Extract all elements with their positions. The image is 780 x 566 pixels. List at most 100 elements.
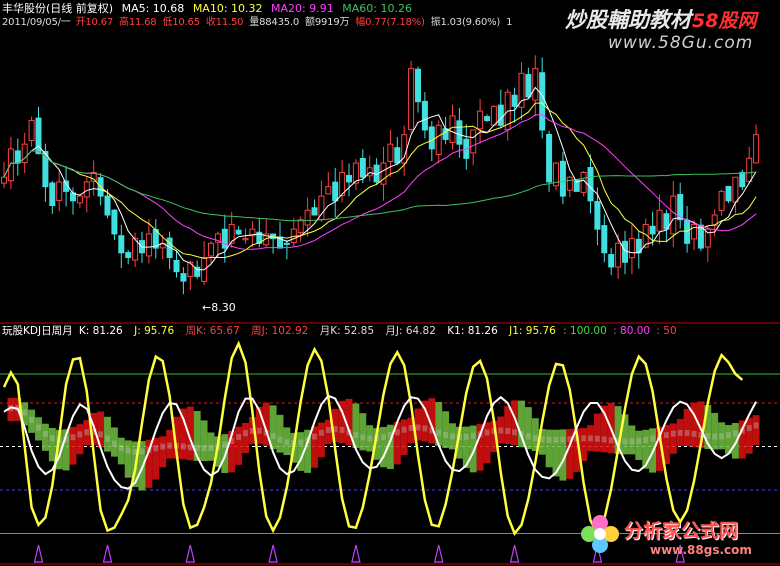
- band-white-bar: [422, 425, 428, 432]
- band-red-bar: [317, 422, 325, 458]
- candle-up: [490, 105, 497, 126]
- band-green-bar: [359, 413, 367, 451]
- candle-down: [546, 133, 553, 183]
- kdj-j: J: 95.76: [134, 325, 175, 337]
- candle-down: [428, 126, 435, 150]
- candle-up: [449, 115, 456, 144]
- band-white-bar: [726, 432, 731, 439]
- candle-up: [387, 143, 394, 162]
- band-white-bar: [498, 427, 504, 434]
- candle-down: [283, 242, 290, 245]
- band-green-bar: [635, 430, 643, 461]
- quote-low: 低10.65: [162, 17, 200, 28]
- candle-down: [601, 225, 608, 254]
- band-green-bar: [48, 428, 56, 462]
- band-white-bar: [84, 429, 90, 436]
- quote-amplitude: 振1.03(9.60%): [430, 17, 501, 28]
- band-white-bar: [629, 438, 635, 445]
- quote-open: 开10.67: [75, 17, 114, 28]
- band-white-bar: [746, 424, 752, 431]
- candle-down: [104, 195, 111, 216]
- candle-down: [539, 72, 546, 131]
- band-red-bar: [400, 419, 408, 455]
- band-white-bar: [532, 435, 538, 442]
- watermark-top-cn: 炒股輔助教材: [565, 8, 691, 32]
- ma20-label: MA20: 9.91: [271, 2, 334, 15]
- band-green-bar: [711, 412, 719, 450]
- band-green-bar: [124, 440, 132, 478]
- candle-down: [725, 185, 732, 202]
- band-red-bar: [745, 417, 753, 454]
- quote-close: 收11.50: [205, 17, 244, 28]
- quote-header: 2011/09/05/一 开10.67 高11.68 低10.65 收11.50…: [2, 16, 517, 29]
- candle-down: [456, 120, 463, 145]
- quote-amount: 额9919万: [305, 17, 350, 28]
- band-white-bar: [70, 434, 76, 441]
- candle-up: [566, 176, 573, 191]
- band-white-bar: [643, 437, 649, 444]
- band-white-bar: [691, 430, 697, 437]
- band-white-bar: [670, 430, 676, 437]
- band-white-bar: [394, 429, 400, 436]
- ma60-label: MA60: 10.26: [342, 2, 412, 15]
- band-white-bar: [588, 435, 593, 442]
- candle-up: [435, 124, 442, 155]
- kdj-k1: K1: 81.26: [447, 325, 498, 337]
- candle-down: [421, 100, 428, 131]
- quote-high: 高11.68: [119, 17, 157, 28]
- band-white-bar: [105, 435, 110, 442]
- candle-up: [628, 238, 635, 259]
- buy-triangle-marker: [509, 544, 520, 563]
- candle-up: [56, 181, 63, 202]
- band-white-bar: [367, 435, 373, 442]
- band-white-bar: [608, 437, 614, 444]
- candle-up: [7, 148, 14, 182]
- band-green-bar: [200, 420, 208, 462]
- buy-triangle-marker: [185, 544, 196, 563]
- kdj-ref-100: : 100.00: [563, 325, 607, 337]
- band-white-bar: [512, 429, 518, 436]
- candle-down: [118, 235, 125, 254]
- band-white-bar: [153, 445, 159, 452]
- band-green-bar: [41, 423, 49, 451]
- band-green-bar: [193, 410, 201, 461]
- quote-tail: 1: [506, 17, 513, 28]
- band-white-bar: [208, 444, 214, 451]
- band-white-bar: [339, 427, 345, 434]
- band-green-bar: [545, 429, 553, 468]
- band-red-bar: [159, 436, 167, 468]
- band-white-bar: [436, 429, 442, 436]
- band-white-bar: [167, 442, 173, 449]
- kdj-ref-80: : 80.00: [613, 325, 651, 337]
- watermark-top-brand: 58股网: [692, 10, 757, 32]
- band-white-bar: [325, 427, 331, 434]
- band-white-bar: [160, 443, 166, 450]
- candle-up: [297, 219, 304, 233]
- band-red-bar: [235, 426, 243, 465]
- band-white-bar: [581, 435, 587, 442]
- band-red-bar: [580, 428, 588, 461]
- buy-triangle-marker: [268, 544, 278, 563]
- band-white-bar: [318, 429, 324, 436]
- band-green-bar: [276, 414, 284, 453]
- price-candles: [1, 55, 760, 295]
- candle-down: [311, 207, 318, 216]
- candle-up: [718, 190, 725, 212]
- band-white-bar: [277, 436, 283, 443]
- kdj-k: K: 81.26: [78, 325, 123, 337]
- candle-down: [359, 157, 366, 178]
- band-white-bar: [553, 436, 559, 443]
- band-white-bar: [36, 424, 41, 431]
- band-red-bar: [593, 413, 601, 452]
- watermark-top-url: www.58Gu.com: [608, 33, 754, 53]
- band-white-bar: [180, 443, 186, 450]
- band-white-bar: [443, 432, 449, 438]
- watermark-bottom-url: www.88gs.com: [650, 543, 752, 557]
- band-white-bar: [463, 433, 469, 440]
- band-white-bar: [546, 436, 552, 443]
- band-red-bar: [152, 437, 160, 480]
- candle-down: [649, 225, 656, 235]
- quote-date: 2011/09/05/一: [2, 17, 71, 28]
- candle-down: [180, 273, 187, 282]
- band-white-bar: [111, 440, 117, 447]
